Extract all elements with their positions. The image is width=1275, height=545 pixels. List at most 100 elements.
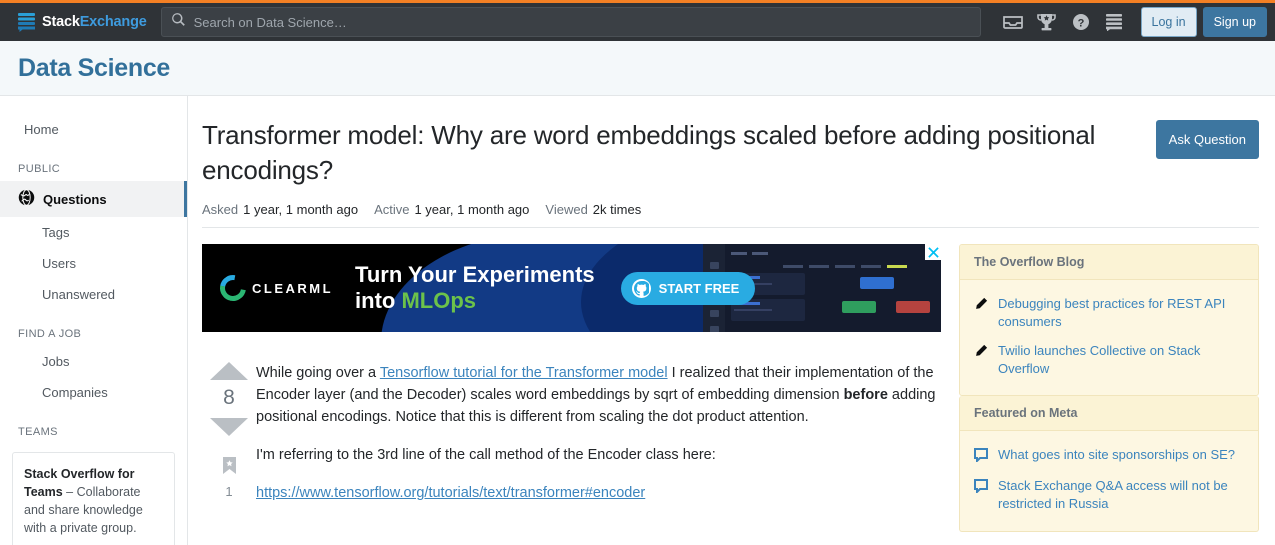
rail-item [709,310,719,318]
rail-item [709,262,719,270]
placeholder-tab [809,265,829,269]
encoder-url-link[interactable]: https://www.tensorflow.org/tutorials/tex… [256,485,645,501]
upvote-button[interactable] [210,362,248,381]
meta-link[interactable]: Stack Exchange Q&A access will not be re… [998,477,1244,513]
ad-headline: Turn Your Experiments into MLOps [355,262,595,314]
sidebar-section-find-a-job: FIND A JOB [18,328,82,340]
meta-label: Active [374,202,410,218]
right-sidebar: The Overflow Blog Debugging best practic… [959,244,1259,532]
sign-up-button[interactable]: Sign up [1202,6,1267,38]
ad-headline-line2: into MLOps [355,288,595,314]
logo-word-stack: Stack [42,14,80,30]
site-title[interactable]: Data Science [18,54,170,83]
page-layout: Home PUBLIC Questions Tags Users Unanswe… [0,96,1275,545]
rail-item [709,326,719,333]
globe-icon [18,189,35,209]
meta-label: Viewed [545,202,588,218]
help-icon[interactable]: ? [1065,5,1097,39]
stack-logo-icon [18,12,35,32]
placeholder-bar [752,252,768,256]
placeholder-line [734,309,772,312]
bookmark-icon [222,456,237,480]
blog-link[interactable]: Debugging best practices for REST API co… [998,295,1244,331]
speech-bubble-icon [974,446,989,467]
close-icon[interactable] [925,244,941,261]
tensorflow-tutorial-link[interactable]: Tensorflow tutorial for the Transformer … [380,365,668,381]
emphasis-before: before [843,387,888,404]
meta-value: 1 year, 1 month ago [414,202,530,218]
ad-screenshot-main [731,273,935,325]
log-in-button[interactable]: Log in [1140,6,1197,38]
vote-cell: 8 1 [202,362,256,520]
advertisement-banner[interactable]: CLEARML Turn Your Experiments into MLOps… [202,244,941,333]
question-title: Transformer model: Why are word embeddin… [202,120,1096,186]
inbox-icon[interactable] [997,5,1029,39]
ad-headline-accent: MLOps [401,288,477,314]
bookmark-count: 1 [225,484,233,500]
question-column: CLEARML Turn Your Experiments into MLOps… [202,244,941,531]
stack-exchange-icon[interactable] [1099,5,1131,39]
graph-node [842,301,876,314]
sidebar-section-public: PUBLIC [18,163,61,175]
ad-cta-button[interactable]: START FREE [620,271,756,305]
meta-value: 1 year, 1 month ago [243,202,359,218]
meta-label: Asked [202,202,239,218]
paragraph-text: While going over a [256,365,380,382]
bookmark-control[interactable]: 1 [222,456,237,499]
stack-exchange-wordmark: StackExchange [42,14,147,30]
blog-link[interactable]: Twilio launches Collective on Stack Over… [998,342,1244,378]
question-paragraph-1: While going over a Tensorflow tutorial f… [256,362,941,428]
featured-on-meta-widget: Featured on Meta What goes into site spo… [959,395,1259,532]
stack-exchange-logo[interactable]: StackExchange [12,5,153,39]
sidebar-item-home[interactable]: Home [0,114,187,145]
ad-screenshot-graph [810,273,935,325]
ad-headline-plain: into [355,288,402,314]
search-input[interactable] [193,14,971,30]
sidebar-item-users[interactable]: Users [0,248,187,279]
question-paragraph-3: https://www.tensorflow.org/tutorials/tex… [256,482,941,504]
placeholder-tab [861,265,881,269]
search-icon [171,12,186,32]
list-item[interactable]: Stack Exchange Q&A access will not be re… [974,472,1244,518]
question-meta-viewed: Viewed 2k times [545,202,641,217]
content-columns: CLEARML Turn Your Experiments into MLOps… [202,244,1259,532]
ask-question-button[interactable]: Ask Question [1155,120,1259,159]
list-item[interactable]: Twilio launches Collective on Stack Over… [974,337,1244,383]
sidebar-section-teams: TEAMS [18,426,58,438]
github-icon [631,278,651,298]
list-item[interactable]: What goes into site sponsorships on SE? [974,441,1244,472]
top-navigation-bar: StackExchange Search on Data Science… ? … [0,0,1275,41]
pencil-icon [974,342,989,378]
ad-screenshot-body [725,244,941,332]
site-header: Data Science [0,41,1275,96]
ad-screenshot-topbar [731,249,935,258]
meta-value: 2k times [592,202,642,218]
ad-screenshot-tabs [783,265,935,269]
trophy-icon[interactable] [1031,5,1063,39]
graph-node [896,301,930,314]
sidebar-item-tags[interactable]: Tags [0,217,187,248]
pencil-icon [974,295,989,331]
placeholder-tab [783,265,803,269]
meta-link[interactable]: What goes into site sponsorships on SE? [998,446,1235,467]
search-box[interactable] [160,7,981,37]
question-header: Transformer model: Why are word embeddin… [202,118,1259,188]
downvote-button[interactable] [210,418,248,437]
teams-promo-card[interactable]: Stack Overflow for Teams – Collaborate a… [12,452,175,545]
logo-word-exchange: Exchange [79,14,147,30]
question-body: While going over a Tensorflow tutorial f… [256,362,941,520]
sidebar-item-questions[interactable]: Questions [0,181,187,217]
sidebar-item-jobs[interactable]: Jobs [0,346,187,377]
widget-title: The Overflow Blog [960,245,1258,281]
clearml-logo-icon [214,270,252,307]
widget-body: What goes into site sponsorships on SE? … [960,431,1258,531]
sidebar-item-label: Questions [43,191,107,207]
search-container [160,7,981,37]
placeholder-tab [835,265,855,269]
question-paragraph-2: I'm referring to the 3rd line of the cal… [256,447,716,464]
ad-cta-label: START FREE [658,280,740,296]
speech-bubble-icon [974,477,989,513]
list-item[interactable]: Debugging best practices for REST API co… [974,290,1244,336]
sidebar-item-unanswered[interactable]: Unanswered [0,279,187,310]
sidebar-item-companies[interactable]: Companies [0,377,187,408]
